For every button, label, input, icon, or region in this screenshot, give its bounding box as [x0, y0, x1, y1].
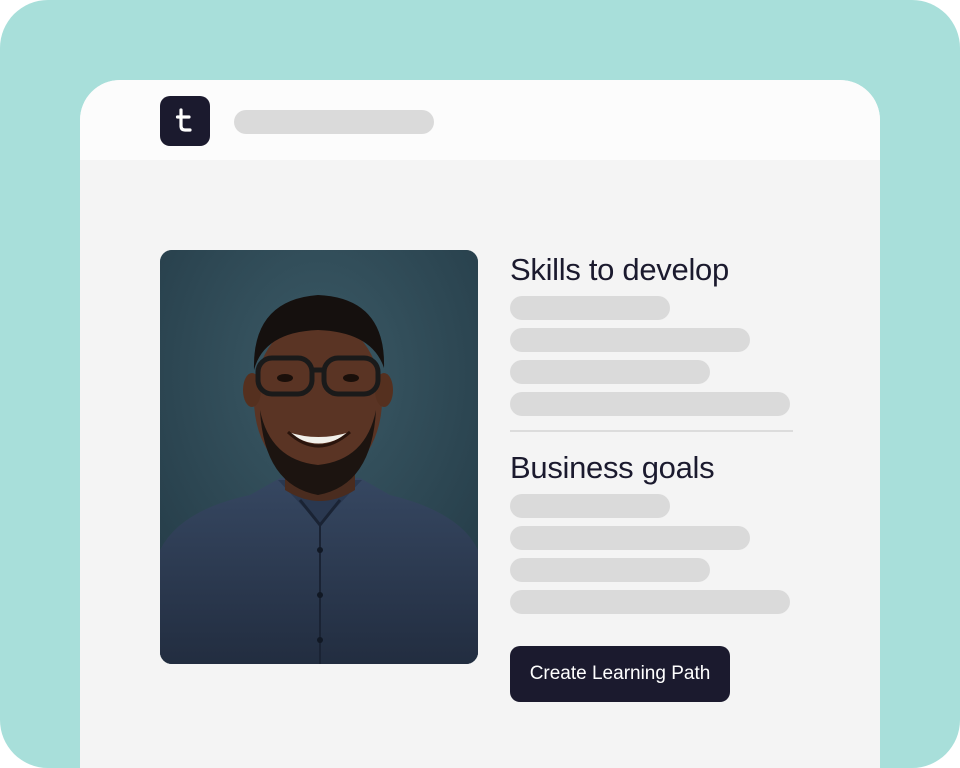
top-bar [80, 80, 880, 160]
goals-heading: Business goals [510, 450, 715, 485]
goals-item-placeholder [510, 558, 710, 582]
skills-item-placeholder [510, 392, 790, 416]
goals-item-placeholder [510, 526, 750, 550]
section-divider [510, 430, 793, 432]
app-window: Skills to develop Business goals Create … [80, 80, 880, 768]
profile-photo [160, 250, 478, 664]
brand-logo-icon[interactable] [160, 96, 210, 146]
app-frame: Skills to develop Business goals Create … [0, 0, 960, 768]
create-learning-path-button[interactable]: Create Learning Path [510, 646, 730, 702]
skills-heading: Skills to develop [510, 252, 729, 287]
goals-item-placeholder [510, 590, 790, 614]
goals-item-placeholder [510, 494, 670, 518]
skills-item-placeholder [510, 328, 750, 352]
skills-item-placeholder [510, 360, 710, 384]
address-bar-placeholder[interactable] [234, 110, 434, 134]
skills-item-placeholder [510, 296, 670, 320]
